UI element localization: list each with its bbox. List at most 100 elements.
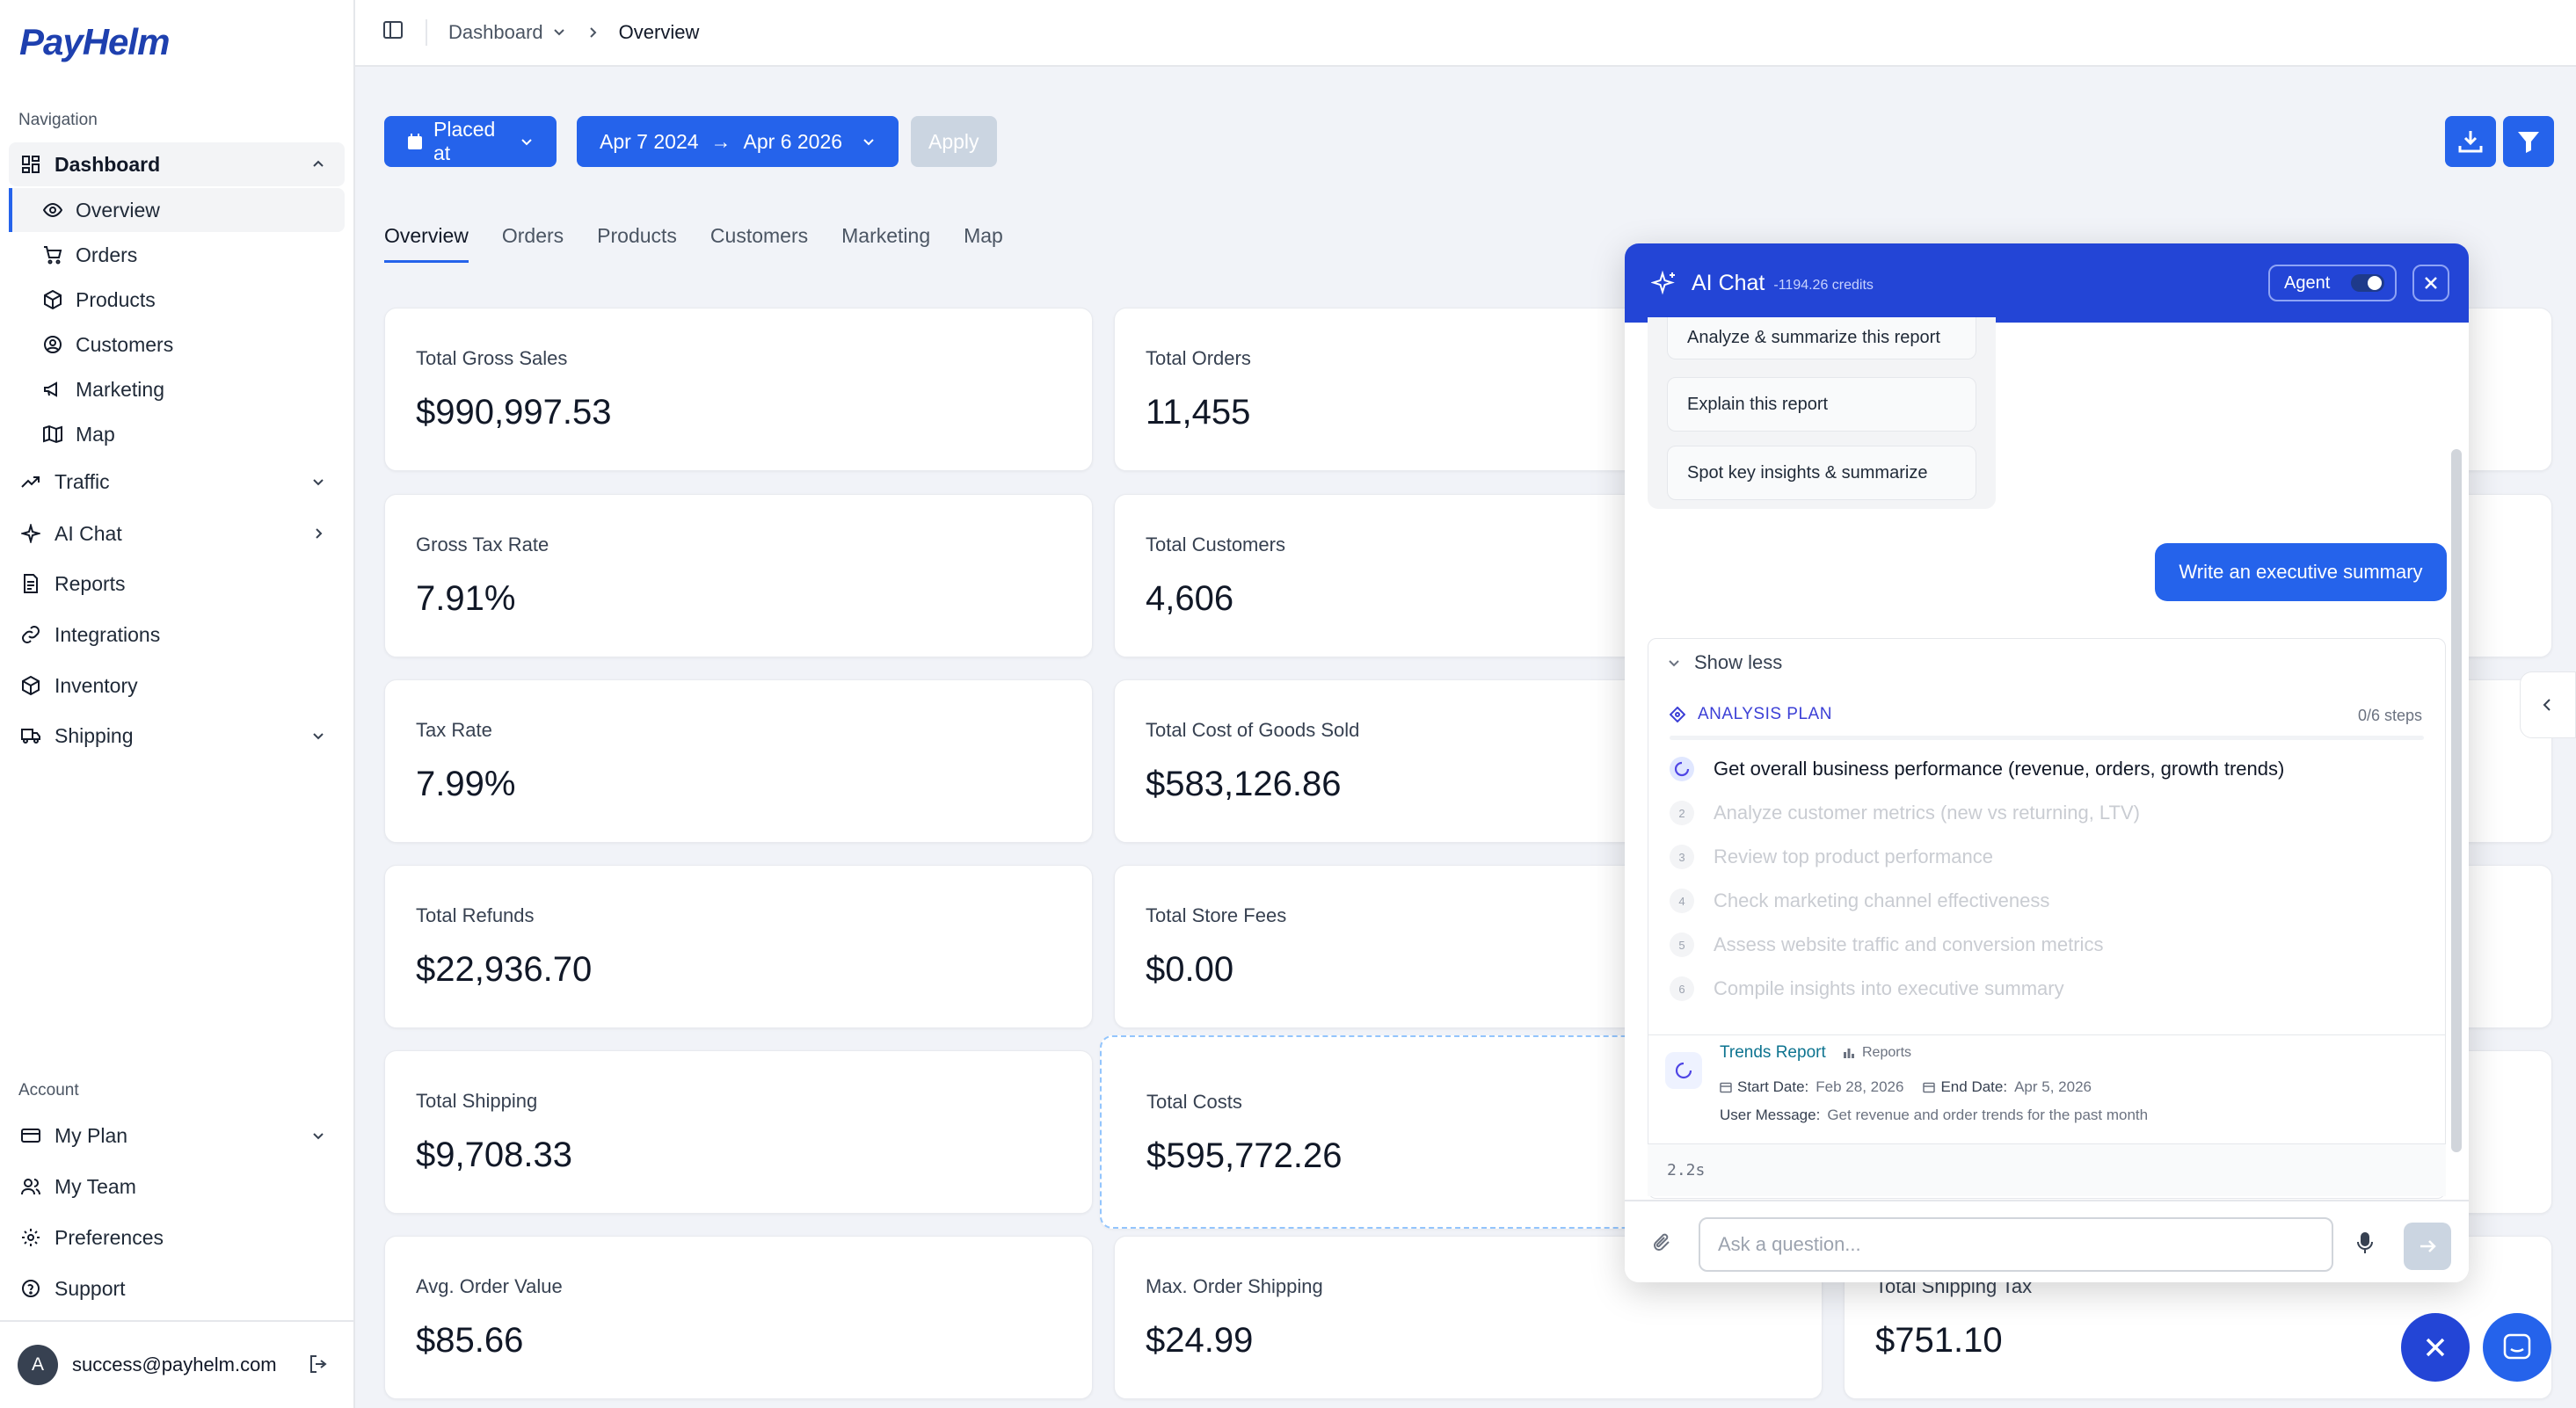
suggestion-chip[interactable]: Explain this report (1667, 377, 1976, 432)
suggestion-chip[interactable]: Analyze & summarize this report (1667, 317, 1976, 359)
sidebar-item-preferences[interactable]: Preferences (9, 1216, 345, 1259)
tab-products[interactable]: Products (597, 224, 677, 263)
tab-orders[interactable]: Orders (502, 224, 564, 263)
breadcrumb-current: Overview (618, 21, 700, 43)
metric-card[interactable]: Total Refunds $22,936.70 (384, 865, 1093, 1028)
user-profile[interactable]: A success@payhelm.com (0, 1320, 355, 1408)
sidebar-subitem-overview[interactable]: Overview (9, 188, 345, 232)
plan-progress: 0/6 steps (2357, 707, 2422, 724)
filter-button[interactable] (2503, 116, 2554, 167)
chevron-down-icon (1668, 657, 1680, 669)
plan-step-text: Compile insights into executive summary (1714, 977, 2064, 999)
metric-label: Max. Order Shipping (1146, 1275, 1323, 1297)
user-message-bubble: Write an executive summary (2155, 543, 2447, 601)
suggestion-chip[interactable]: Spot key insights & summarize (1667, 446, 1976, 500)
placed-at-dropdown[interactable]: Placed at (384, 116, 557, 167)
sidebar-item-label: Shipping (55, 723, 134, 747)
breadcrumb-dashboard[interactable]: Dashboard (448, 21, 566, 44)
metric-card[interactable]: Gross Tax Rate 7.91% (384, 494, 1093, 657)
start-date-value: Feb 28, 2026 (1816, 1078, 1904, 1095)
sidebar-subitem-products[interactable]: Products (9, 278, 345, 322)
metric-card[interactable]: Total Shipping $9,708.33 (384, 1050, 1093, 1214)
sidebar-item-label: Support (55, 1276, 126, 1300)
sidebar-item-shipping[interactable]: Shipping (9, 714, 345, 758)
side-panel-handle[interactable] (2520, 671, 2576, 738)
chat-input[interactable] (1699, 1217, 2333, 1272)
sidebar-item-label: Dashboard (55, 152, 161, 176)
paperclip-icon[interactable] (1651, 1231, 1674, 1254)
tabs: Overview Orders Products Customers Marke… (384, 224, 1003, 263)
metric-label: Total Refunds (416, 904, 535, 926)
logout-icon[interactable] (308, 1354, 329, 1380)
close-chat-fab[interactable] (2401, 1313, 2470, 1382)
download-button[interactable] (2445, 116, 2496, 167)
apply-button[interactable]: Apply (911, 116, 997, 167)
send-button[interactable] (2404, 1223, 2451, 1270)
tab-overview[interactable]: Overview (384, 224, 469, 263)
metric-value: $990,997.53 (416, 393, 612, 432)
filter-icon (2515, 128, 2542, 155)
chevron-up-icon (308, 154, 329, 175)
plan-title-label: ANALYSIS PLAN (1698, 705, 1832, 723)
tool-tag-label: Reports (1862, 1045, 1912, 1060)
metric-card[interactable]: Tax Rate 7.99% (384, 679, 1093, 843)
support-chat-fab[interactable] (2483, 1313, 2551, 1382)
tool-call-title[interactable]: Trends Report (1720, 1043, 1826, 1063)
metric-value: 4,606 (1146, 579, 1234, 618)
chevron-down-icon (552, 21, 566, 44)
sidebar-item-label: Traffic (55, 469, 110, 493)
sidebar-subitem-customers[interactable]: Customers (9, 323, 345, 367)
metric-label: Total Customers (1146, 533, 1285, 555)
plan-step: 2 Analyze customer metrics (new vs retur… (1670, 801, 2140, 825)
sidebar-item-ai-chat[interactable]: AI Chat (9, 512, 345, 555)
eye-icon (42, 200, 63, 221)
toggle-switch[interactable] (2351, 274, 2384, 292)
metric-card[interactable]: Avg. Order Value $85.66 (384, 1236, 1093, 1399)
chat-bubble-icon (2501, 1332, 2533, 1363)
date-to: Apr 6 2026 (743, 129, 843, 153)
tab-customers[interactable]: Customers (710, 224, 808, 263)
sidebar-subitem-map[interactable]: Map (9, 412, 345, 456)
calendar-icon (1720, 1081, 1732, 1093)
map-icon (42, 424, 63, 445)
breadcrumb-separator-icon (586, 25, 600, 40)
chevron-right-icon (308, 523, 329, 544)
sidebar-subitem-orders[interactable]: Orders (9, 233, 345, 277)
step-number: 6 (1670, 976, 1694, 1001)
metric-card[interactable]: Total Gross Sales $990,997.53 (384, 308, 1093, 471)
sidebar-item-reports[interactable]: Reports (9, 562, 345, 606)
metric-label: Total Gross Sales (416, 347, 568, 369)
plan-step-text: Get overall business performance (revenu… (1714, 758, 2285, 780)
sidebar-item-my-plan[interactable]: My Plan (9, 1114, 345, 1158)
plan-step-text: Assess website traffic and conversion me… (1714, 933, 2104, 955)
sidebar-item-support[interactable]: Support (9, 1266, 345, 1310)
tool-spinner-icon (1665, 1052, 1702, 1089)
date-range-picker[interactable]: Apr 7 2024 → Apr 6 2026 (577, 116, 899, 167)
app-logo[interactable]: PayHelm (19, 21, 170, 63)
start-date-label: Start Date: (1737, 1078, 1809, 1095)
plan-step: Get overall business performance (revenu… (1670, 757, 2284, 781)
chevron-down-icon (520, 134, 534, 149)
sidebar-item-label: Inventory (55, 673, 138, 697)
show-less-toggle[interactable]: Show less (1668, 651, 1782, 674)
sidebar-item-traffic[interactable]: Traffic (9, 460, 345, 504)
sidebar-subitem-marketing[interactable]: Marketing (9, 367, 345, 411)
chat-scrollbar[interactable] (2451, 449, 2462, 1152)
sidebar-item-dashboard[interactable]: Dashboard (9, 142, 345, 186)
tab-marketing[interactable]: Marketing (841, 224, 930, 263)
tab-map[interactable]: Map (964, 224, 1003, 263)
user-circle-icon (42, 334, 63, 355)
sidebar-item-inventory[interactable]: Inventory (9, 664, 345, 708)
plan-step: 4 Check marketing channel effectiveness (1670, 889, 2049, 913)
user-message-label: User Message: (1720, 1107, 1821, 1123)
agent-toggle[interactable]: Agent (2268, 265, 2397, 301)
microphone-icon[interactable] (2354, 1231, 2376, 1256)
sidebar-item-my-team[interactable]: My Team (9, 1165, 345, 1208)
sidebar-toggle-icon[interactable] (382, 18, 404, 47)
box-icon (42, 289, 63, 310)
sidebar-item-integrations[interactable]: Integrations (9, 613, 345, 657)
chat-close-button[interactable] (2412, 265, 2449, 301)
nav-section-label: Navigation (18, 111, 98, 129)
chevron-left-icon (2540, 697, 2556, 713)
calendar-icon (1923, 1081, 1936, 1093)
